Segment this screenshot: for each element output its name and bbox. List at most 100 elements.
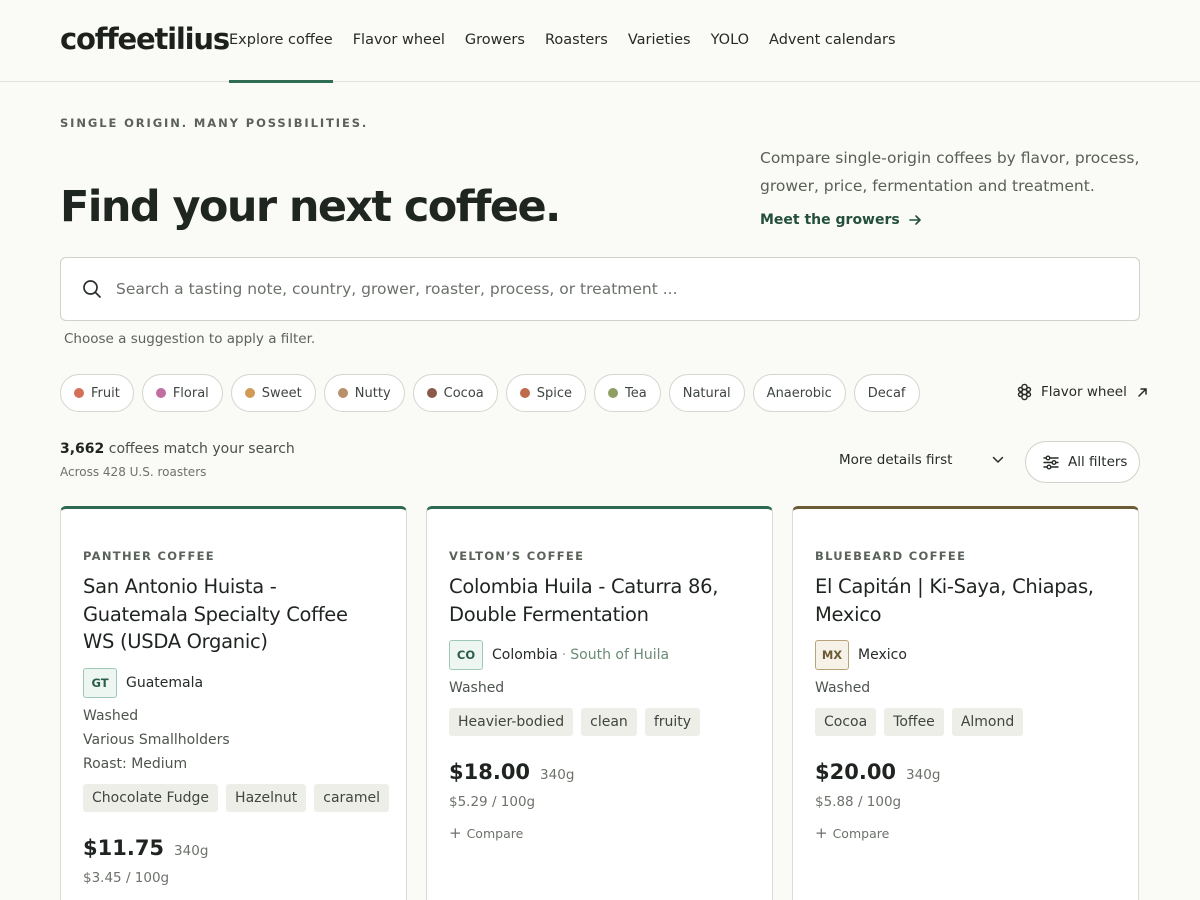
price: $11.75 (83, 835, 165, 860)
compare-button[interactable]: + Compare (815, 824, 1116, 842)
chip-fruit[interactable]: Fruit (60, 374, 134, 412)
tasting-notes: Cocoa Toffee Almond (815, 708, 1116, 736)
floral-dot-icon (155, 388, 166, 398)
sort-label: More details first (839, 452, 953, 468)
sort-select[interactable]: More details first (839, 452, 1004, 468)
roaster-name: BLUEBEARD COFFEE (815, 549, 967, 563)
chip-sweet[interactable]: Sweet (230, 374, 316, 412)
coffee-card[interactable]: BLUEBEARD COFFEE El Capitán | Ki-Saya, C… (792, 506, 1139, 900)
origin: GT Guatemala (83, 667, 384, 698)
chip-label: Floral (172, 385, 209, 401)
country-name: Mexico (858, 647, 907, 663)
arrow-up-right-icon (1138, 387, 1147, 397)
chip-decaf[interactable]: Decaf (853, 374, 920, 412)
tasting-notes: Heavier-bodied clean fruity (449, 708, 750, 736)
price-row: $18.00 340g (449, 760, 750, 784)
nav-item-yolo[interactable]: YOLO (711, 0, 749, 82)
chip-floral[interactable]: Floral (141, 374, 223, 412)
price-per-100g: $5.29 / 100g (449, 794, 536, 810)
nav-item-roasters[interactable]: Roasters (545, 0, 608, 82)
process: Washed (83, 707, 139, 724)
result-count-number: 3,662 (60, 441, 105, 457)
coffee-name[interactable]: Colombia Huila - Caturra 86, Double Ferm… (449, 573, 750, 628)
process: Washed (815, 680, 871, 696)
nav-item-varieties[interactable]: Varieties (628, 0, 691, 82)
bag-size: 340g (540, 767, 575, 783)
separator: · (561, 647, 567, 663)
plus-icon: + (449, 824, 462, 842)
coffee-card[interactable]: PANTHER COFFEE San Antonio Huista - Guat… (60, 506, 407, 900)
hero-description: Compare single-origin coffees by flavor,… (760, 149, 1140, 195)
main-nav: Explore coffee Flavor wheel Growers Roas… (229, 0, 916, 83)
country-code-badge: CO (449, 640, 483, 670)
hero-eyebrow: SINGLE ORIGIN. MANY POSSIBILITIES. (60, 116, 369, 130)
price-row: $20.00 340g (815, 760, 1116, 784)
tasting-note: Toffee (884, 708, 944, 736)
roast-level: Roast: Medium (83, 755, 188, 772)
chip-label: Cocoa (443, 385, 484, 401)
nutty-dot-icon (337, 388, 348, 398)
chip-cocoa[interactable]: Cocoa (412, 374, 498, 412)
nav-item-advent-calendars[interactable]: Advent calendars (769, 0, 895, 82)
compare-button[interactable]: + Compare (449, 824, 750, 842)
chip-label: Sweet (261, 385, 302, 401)
origin: MX Mexico (815, 640, 1116, 670)
chip-label: Nutty (354, 385, 391, 401)
result-subtext: Across 428 U.S. roasters (60, 465, 207, 479)
meet-growers-link[interactable]: Meet the growers (760, 212, 922, 228)
all-filters-label: All filters (1068, 454, 1128, 470)
price-per-100g: $3.45 / 100g (83, 869, 170, 886)
compare-label: Compare (466, 826, 524, 841)
compare-label: Compare (832, 826, 890, 841)
chip-natural[interactable]: Natural (668, 374, 745, 412)
tasting-note: Hazelnut (226, 783, 307, 812)
site-logo[interactable]: coffeetilius (60, 22, 230, 56)
plus-icon: + (815, 824, 828, 842)
tasting-note: Cocoa (815, 708, 877, 736)
spice-dot-icon (519, 388, 530, 398)
country-code-badge: GT (83, 667, 117, 698)
price-row: $11.75 340g (83, 836, 384, 860)
sliders-icon (1043, 455, 1059, 469)
sweet-dot-icon (244, 388, 255, 398)
tasting-notes: Chocolate Fudge Hazelnut caramel (83, 783, 390, 812)
coffee-name[interactable]: El Capitán | Ki-Saya, Chiapas, Mexico (815, 573, 1116, 628)
tea-dot-icon (608, 388, 619, 398)
flavor-wheel-label: Flavor wheel (1041, 384, 1127, 400)
roaster-name: PANTHER COFFEE (83, 549, 215, 563)
chip-label: Tea (625, 385, 647, 401)
price: $20.00 (815, 760, 897, 784)
roaster-name: VELTON’S COFFEE (449, 549, 585, 563)
bag-size: 340g (174, 842, 209, 859)
coffee-name[interactable]: San Antonio Huista - Guatemala Specialty… (83, 573, 384, 656)
price: $18.00 (449, 760, 531, 784)
chip-spice[interactable]: Spice (505, 374, 587, 412)
coffee-card[interactable]: VELTON’S COFFEE Colombia Huila - Caturra… (426, 506, 773, 900)
chip-label: Anaerobic (766, 385, 832, 401)
tasting-note: Chocolate Fudge (83, 783, 219, 812)
search-icon (83, 280, 101, 298)
tasting-note: clean (581, 708, 637, 736)
chip-tea[interactable]: Tea (594, 374, 661, 412)
search-input[interactable] (116, 280, 1096, 298)
arrow-right-icon (908, 215, 921, 225)
filter-chips: Fruit Floral Sweet Nutty Cocoa Spice Tea… (60, 374, 928, 412)
meet-growers-label: Meet the growers (760, 212, 900, 228)
result-count-suffix: coffees match your search (108, 441, 295, 457)
search-hint: Choose a suggestion to apply a filter. (64, 331, 316, 347)
flower-icon (1017, 383, 1032, 401)
nav-item-explore-coffee[interactable]: Explore coffee (229, 0, 333, 83)
chip-anaerobic[interactable]: Anaerobic (752, 374, 846, 412)
tasting-note: Heavier-bodied (449, 708, 574, 736)
country-name: Colombia (492, 647, 558, 663)
top-navigation-bar: coffeetilius Explore coffee Flavor wheel… (0, 0, 1200, 83)
chip-nutty[interactable]: Nutty (323, 374, 405, 412)
price-per-100g: $5.88 / 100g (815, 794, 902, 810)
nav-item-flavor-wheel[interactable]: Flavor wheel (353, 0, 445, 82)
nav-item-growers[interactable]: Growers (465, 0, 525, 82)
all-filters-button[interactable]: All filters (1025, 441, 1140, 483)
page-title: Find your next coffee. (60, 182, 561, 232)
country-name: Guatemala (126, 674, 204, 691)
flavor-wheel-link[interactable]: Flavor wheel (1017, 383, 1148, 401)
chip-label: Fruit (91, 385, 120, 401)
